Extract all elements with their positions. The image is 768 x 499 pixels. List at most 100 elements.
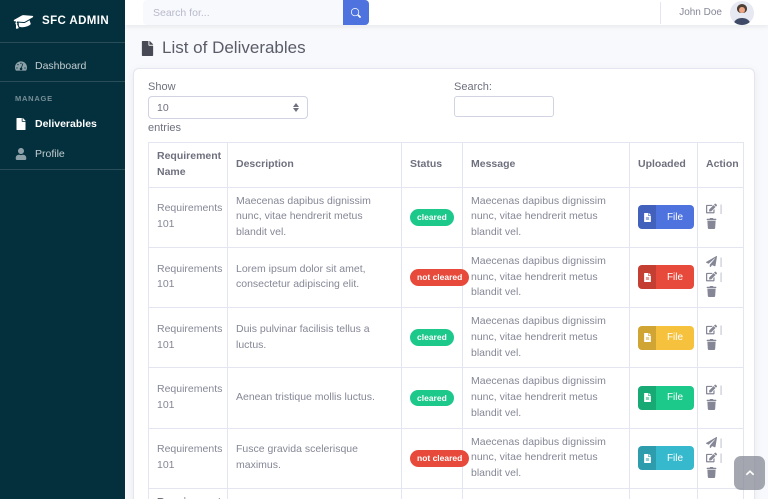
column-header-description[interactable]: Description xyxy=(227,142,402,188)
length-control: Show 10 entries xyxy=(148,81,308,134)
paper-plane-icon[interactable] xyxy=(706,436,717,451)
topbar: John Doe xyxy=(125,0,768,25)
sidebar-item-label: Profile xyxy=(35,148,65,160)
sidebar-item-profile[interactable]: Profile xyxy=(0,139,125,169)
file-button[interactable]: File xyxy=(638,265,694,290)
file-button[interactable]: File xyxy=(638,385,694,410)
file-button-label: File xyxy=(666,452,684,464)
footer-header-status: Status xyxy=(401,487,463,499)
file-button[interactable]: File xyxy=(638,325,694,350)
table-row: Requirements 101 Maecenas dapibus dignis… xyxy=(148,186,744,248)
status-cell: not cleared xyxy=(401,246,470,309)
search-button[interactable] xyxy=(343,0,369,25)
requirement-name-cell: Requirements 101 xyxy=(148,427,228,489)
edit-icon[interactable] xyxy=(706,323,717,338)
search-input[interactable] xyxy=(143,0,343,25)
status-cell: cleared xyxy=(401,186,463,248)
status-badge: cleared xyxy=(410,329,454,346)
status-badge: cleared xyxy=(410,208,454,226)
sidebar-divider xyxy=(0,42,125,43)
file-icon xyxy=(141,40,154,56)
topbar-divider xyxy=(660,1,662,24)
user-icon xyxy=(15,148,27,160)
action-cell: | xyxy=(697,186,744,248)
trash-icon[interactable] xyxy=(706,338,717,353)
table-body: Requirements 101 Maecenas dapibus dignis… xyxy=(148,186,744,489)
file-alt-icon xyxy=(638,265,656,290)
footer-header-message: Message xyxy=(462,487,630,499)
file-alt-icon xyxy=(638,385,656,410)
column-header-uploaded[interactable]: Uploaded xyxy=(629,142,698,188)
sidebar-item-label: Deliverables xyxy=(35,118,97,130)
file-alt-icon xyxy=(638,325,656,350)
show-label: Show xyxy=(148,81,176,93)
brand-title: SFC ADMIN xyxy=(42,15,110,27)
uploaded-cell: File xyxy=(629,367,698,429)
description-cell: Maecenas dapibus dignissim nunc, vitae h… xyxy=(227,186,402,248)
table-controls: Show 10 entries Search: xyxy=(148,81,740,134)
trash-icon[interactable] xyxy=(706,466,717,481)
page-title-text: List of Deliverables xyxy=(162,38,306,57)
file-alt-icon xyxy=(638,446,656,471)
uploaded-cell: File xyxy=(629,306,698,369)
table-row: Requirements 101 Aenean tristique mollis… xyxy=(148,367,744,429)
entries-label: entries xyxy=(148,122,182,134)
chevron-up-icon xyxy=(745,470,754,476)
table-filter-input[interactable] xyxy=(454,96,554,117)
file-button[interactable]: File xyxy=(638,205,694,230)
column-header-status[interactable]: Status xyxy=(401,142,463,188)
trash-icon[interactable] xyxy=(706,398,717,413)
column-header-message[interactable]: Message xyxy=(462,142,630,188)
edit-icon[interactable] xyxy=(706,451,717,466)
paper-plane-icon[interactable] xyxy=(706,255,717,270)
table-row: Requirements 101 Lorem ipsum dolor sit a… xyxy=(148,246,744,309)
sidebar-divider xyxy=(0,81,125,82)
avatar xyxy=(730,0,754,25)
sidebar-item-deliverables[interactable]: Deliverables xyxy=(0,109,125,139)
description-cell: Duis pulvinar facilisis tellus a luctus. xyxy=(227,306,402,369)
file-button-label: File xyxy=(666,211,684,223)
deliverables-card: Show 10 entries Search: Requirement Name… xyxy=(133,68,755,499)
scroll-to-top-button[interactable] xyxy=(734,456,765,490)
table-row: Requirements 101 Duis pulvinar facilisis… xyxy=(148,306,744,369)
sidebar-brand[interactable]: SFC ADMIN xyxy=(0,0,125,42)
description-cell: Lorem ipsum dolor sit amet, consectetur … xyxy=(227,246,402,309)
tachometer-icon xyxy=(15,61,27,71)
table-row: Requirements 101 Fusce gravida scelerisq… xyxy=(148,427,744,489)
graduation-cap-icon xyxy=(13,15,34,29)
deliverables-table: Requirement Name Description Status Mess… xyxy=(148,142,744,499)
trash-icon[interactable] xyxy=(706,217,717,232)
sidebar: SFC ADMIN Dashboard MANAGE Deliverables … xyxy=(0,0,125,499)
description-cell: Aenean tristique mollis luctus. xyxy=(227,367,402,429)
file-button-label: File xyxy=(666,271,684,283)
search-label: Search: xyxy=(454,81,492,93)
column-header-requirement-name[interactable]: Requirement Name xyxy=(148,142,228,188)
status-cell: cleared xyxy=(401,306,463,369)
description-cell: Fusce gravida scelerisque maximus. xyxy=(227,427,402,489)
uploaded-cell: File xyxy=(629,246,698,309)
table-foot: Requirement Name Description Status Mess… xyxy=(148,487,744,499)
user-menu[interactable]: John Doe xyxy=(660,0,754,25)
footer-header-description: Description xyxy=(227,487,402,499)
footer-header-uploaded: Uploaded xyxy=(629,487,698,499)
file-button-label: File xyxy=(666,392,684,404)
status-cell: not cleared xyxy=(401,427,470,489)
column-header-action[interactable]: Action xyxy=(697,142,744,188)
status-cell: cleared xyxy=(401,367,463,429)
file-alt-icon xyxy=(638,205,656,230)
sidebar-section-heading: MANAGE xyxy=(15,94,53,103)
page-size-value: 10 xyxy=(157,101,169,114)
sidebar-item-dashboard[interactable]: Dashboard xyxy=(0,51,125,81)
table-head: Requirement Name Description Status Mess… xyxy=(148,142,744,188)
footer-header-requirement-name: Requirement Name xyxy=(148,487,228,499)
file-button[interactable]: File xyxy=(638,446,694,471)
trash-icon[interactable] xyxy=(706,285,717,300)
edit-icon[interactable] xyxy=(706,270,717,285)
requirement-name-cell: Requirements 101 xyxy=(148,246,228,309)
edit-icon[interactable] xyxy=(706,383,717,398)
page-size-select[interactable]: 10 xyxy=(148,96,308,119)
action-cell: | | xyxy=(697,246,744,309)
requirement-name-cell: Requirements 101 xyxy=(148,306,228,369)
topbar-search xyxy=(143,0,369,25)
edit-icon[interactable] xyxy=(706,202,717,217)
